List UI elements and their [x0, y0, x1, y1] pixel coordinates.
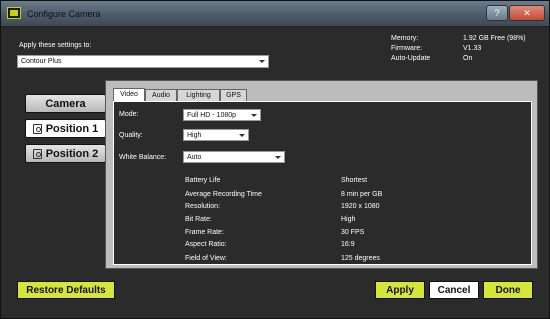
title-bar: Configure Camera ? ✕: [1, 1, 549, 27]
nav-camera-label: Camera: [45, 97, 86, 110]
chevron-down-icon: [275, 156, 281, 159]
close-button[interactable]: ✕: [509, 5, 545, 21]
apply-button[interactable]: Apply: [375, 281, 425, 299]
chevron-down-icon: [259, 60, 265, 63]
quality-label: Quality:: [119, 132, 143, 139]
video-tab-content: [113, 101, 532, 265]
quality-select[interactable]: High: [183, 129, 249, 141]
mode-value: Full HD - 1080p: [187, 112, 237, 119]
stat-label: Bit Rate:: [185, 216, 212, 223]
nav-camera-button[interactable]: Camera: [25, 94, 106, 113]
tab-gps[interactable]: GPS: [220, 89, 247, 101]
stat-label: Resolution:: [185, 203, 221, 210]
restore-defaults-button[interactable]: Restore Defaults: [17, 281, 115, 299]
auto-update-label: Auto-Update: [391, 55, 431, 62]
stat-value: 30 FPS: [341, 229, 365, 236]
window-title: Configure Camera: [27, 9, 101, 19]
nav-position-1-label: Position 1: [45, 122, 99, 135]
apply-to-value: Contour Plus: [21, 58, 62, 65]
chevron-down-icon: [251, 114, 257, 117]
camera-icon: [32, 123, 42, 134]
quality-value: High: [187, 132, 202, 139]
tab-audio[interactable]: Audio: [145, 89, 177, 101]
stat-value: 125 degrees: [341, 255, 380, 262]
apply-settings-label: Apply these settings to:: [19, 42, 92, 49]
white-balance-value: Auto: [187, 154, 202, 161]
nav-position-2-button[interactable]: Position 2: [25, 144, 106, 163]
nav-position-1-button[interactable]: Position 1: [25, 119, 106, 138]
stat-value: 8 min per GB: [341, 191, 383, 198]
done-button[interactable]: Done: [483, 281, 533, 299]
configure-camera-window: Configure Camera ? ✕ Apply these setting…: [0, 0, 550, 319]
apply-to-select[interactable]: Contour Plus: [17, 55, 269, 68]
nav-position-2-label: Position 2: [45, 147, 99, 160]
stat-value: 16:9: [341, 241, 355, 248]
cancel-button[interactable]: Cancel: [429, 281, 479, 299]
white-balance-label: White Balance:: [119, 154, 167, 161]
tab-lighting[interactable]: Lighting: [177, 89, 220, 101]
stat-label: Aspect Ratio:: [185, 241, 227, 248]
firmware-label: Firmware:: [391, 45, 423, 52]
tab-video[interactable]: Video: [113, 88, 145, 101]
chevron-down-icon: [239, 134, 245, 137]
help-button[interactable]: ?: [486, 5, 508, 21]
stat-label: Average Recording Time: [185, 191, 262, 198]
app-logo-icon: [7, 7, 21, 19]
camera-icon: [32, 148, 42, 159]
stat-label: Frame Rate:: [185, 229, 224, 236]
stat-value: Shortest: [341, 177, 368, 184]
mode-label: Mode:: [119, 111, 139, 118]
auto-update-value: On: [463, 55, 473, 62]
stat-label: Battery Life: [185, 177, 221, 184]
mode-select[interactable]: Full HD - 1080p: [183, 109, 261, 121]
white-balance-select[interactable]: Auto: [183, 151, 285, 163]
stat-value: 1920 x 1080: [341, 203, 380, 210]
firmware-value: V1.33: [463, 45, 482, 52]
stat-value: High: [341, 216, 356, 223]
memory-value: 1.92 GB Free (98%): [463, 35, 526, 42]
stat-label: Field of View:: [185, 255, 227, 262]
memory-label: Memory:: [391, 35, 419, 42]
